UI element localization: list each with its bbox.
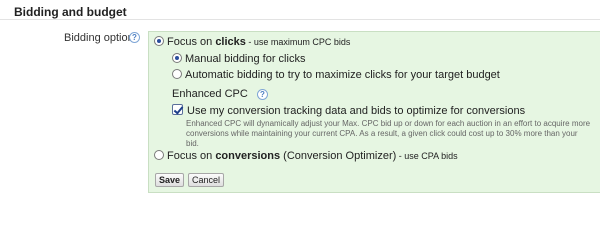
enhanced-cpc-title: Enhanced CPC — [172, 88, 248, 100]
focus-conversions-suffix: - use CPA bids — [396, 151, 458, 161]
focus-conversions-prefix: Focus on — [167, 150, 216, 162]
help-icon[interactable]: ? — [129, 32, 140, 43]
focus-clicks-suffix: - use maximum CPC bids — [245, 37, 351, 47]
section-title: Bidding and budget — [14, 5, 127, 19]
focus-conversions-radio[interactable] — [154, 150, 164, 160]
enhanced-cpc-help-icon[interactable]: ? — [256, 88, 268, 100]
save-button[interactable]: Save — [155, 173, 184, 187]
focus-clicks-radio[interactable] — [154, 36, 164, 46]
enhanced-cpc-description: Enhanced CPC will dynamically adjust you… — [186, 119, 591, 148]
focus-conversions-option[interactable]: Focus on conversions (Conversion Optimiz… — [154, 150, 458, 162]
section-header: Bidding and budget — [0, 0, 600, 20]
automatic-bidding-option[interactable]: Automatic bidding to try to maximize cli… — [172, 69, 500, 81]
bidding-option-label: Bidding option — [64, 32, 134, 44]
automatic-bidding-label: Automatic bidding to try to maximize cli… — [185, 69, 500, 81]
enhanced-cpc-checkbox-label: Use my conversion tracking data and bids… — [187, 105, 526, 117]
manual-bidding-label: Manual bidding for clicks — [185, 53, 306, 65]
focus-conversions-middle: (Conversion Optimizer) — [280, 150, 397, 162]
enhanced-cpc-heading: Enhanced CPC ? — [172, 88, 268, 100]
cancel-button[interactable]: Cancel — [188, 173, 224, 187]
focus-clicks-prefix: Focus on — [167, 36, 216, 48]
manual-bidding-radio[interactable] — [172, 53, 182, 63]
manual-bidding-option[interactable]: Manual bidding for clicks — [172, 53, 305, 65]
focus-clicks-option[interactable]: Focus on clicks - use maximum CPC bids — [154, 36, 350, 48]
enhanced-cpc-option[interactable]: Use my conversion tracking data and bids… — [172, 104, 525, 117]
focus-clicks-emphasis: clicks — [215, 36, 246, 48]
enhanced-cpc-checkbox[interactable] — [172, 104, 183, 115]
focus-conversions-emphasis: conversions — [215, 150, 281, 162]
automatic-bidding-radio[interactable] — [172, 69, 182, 79]
